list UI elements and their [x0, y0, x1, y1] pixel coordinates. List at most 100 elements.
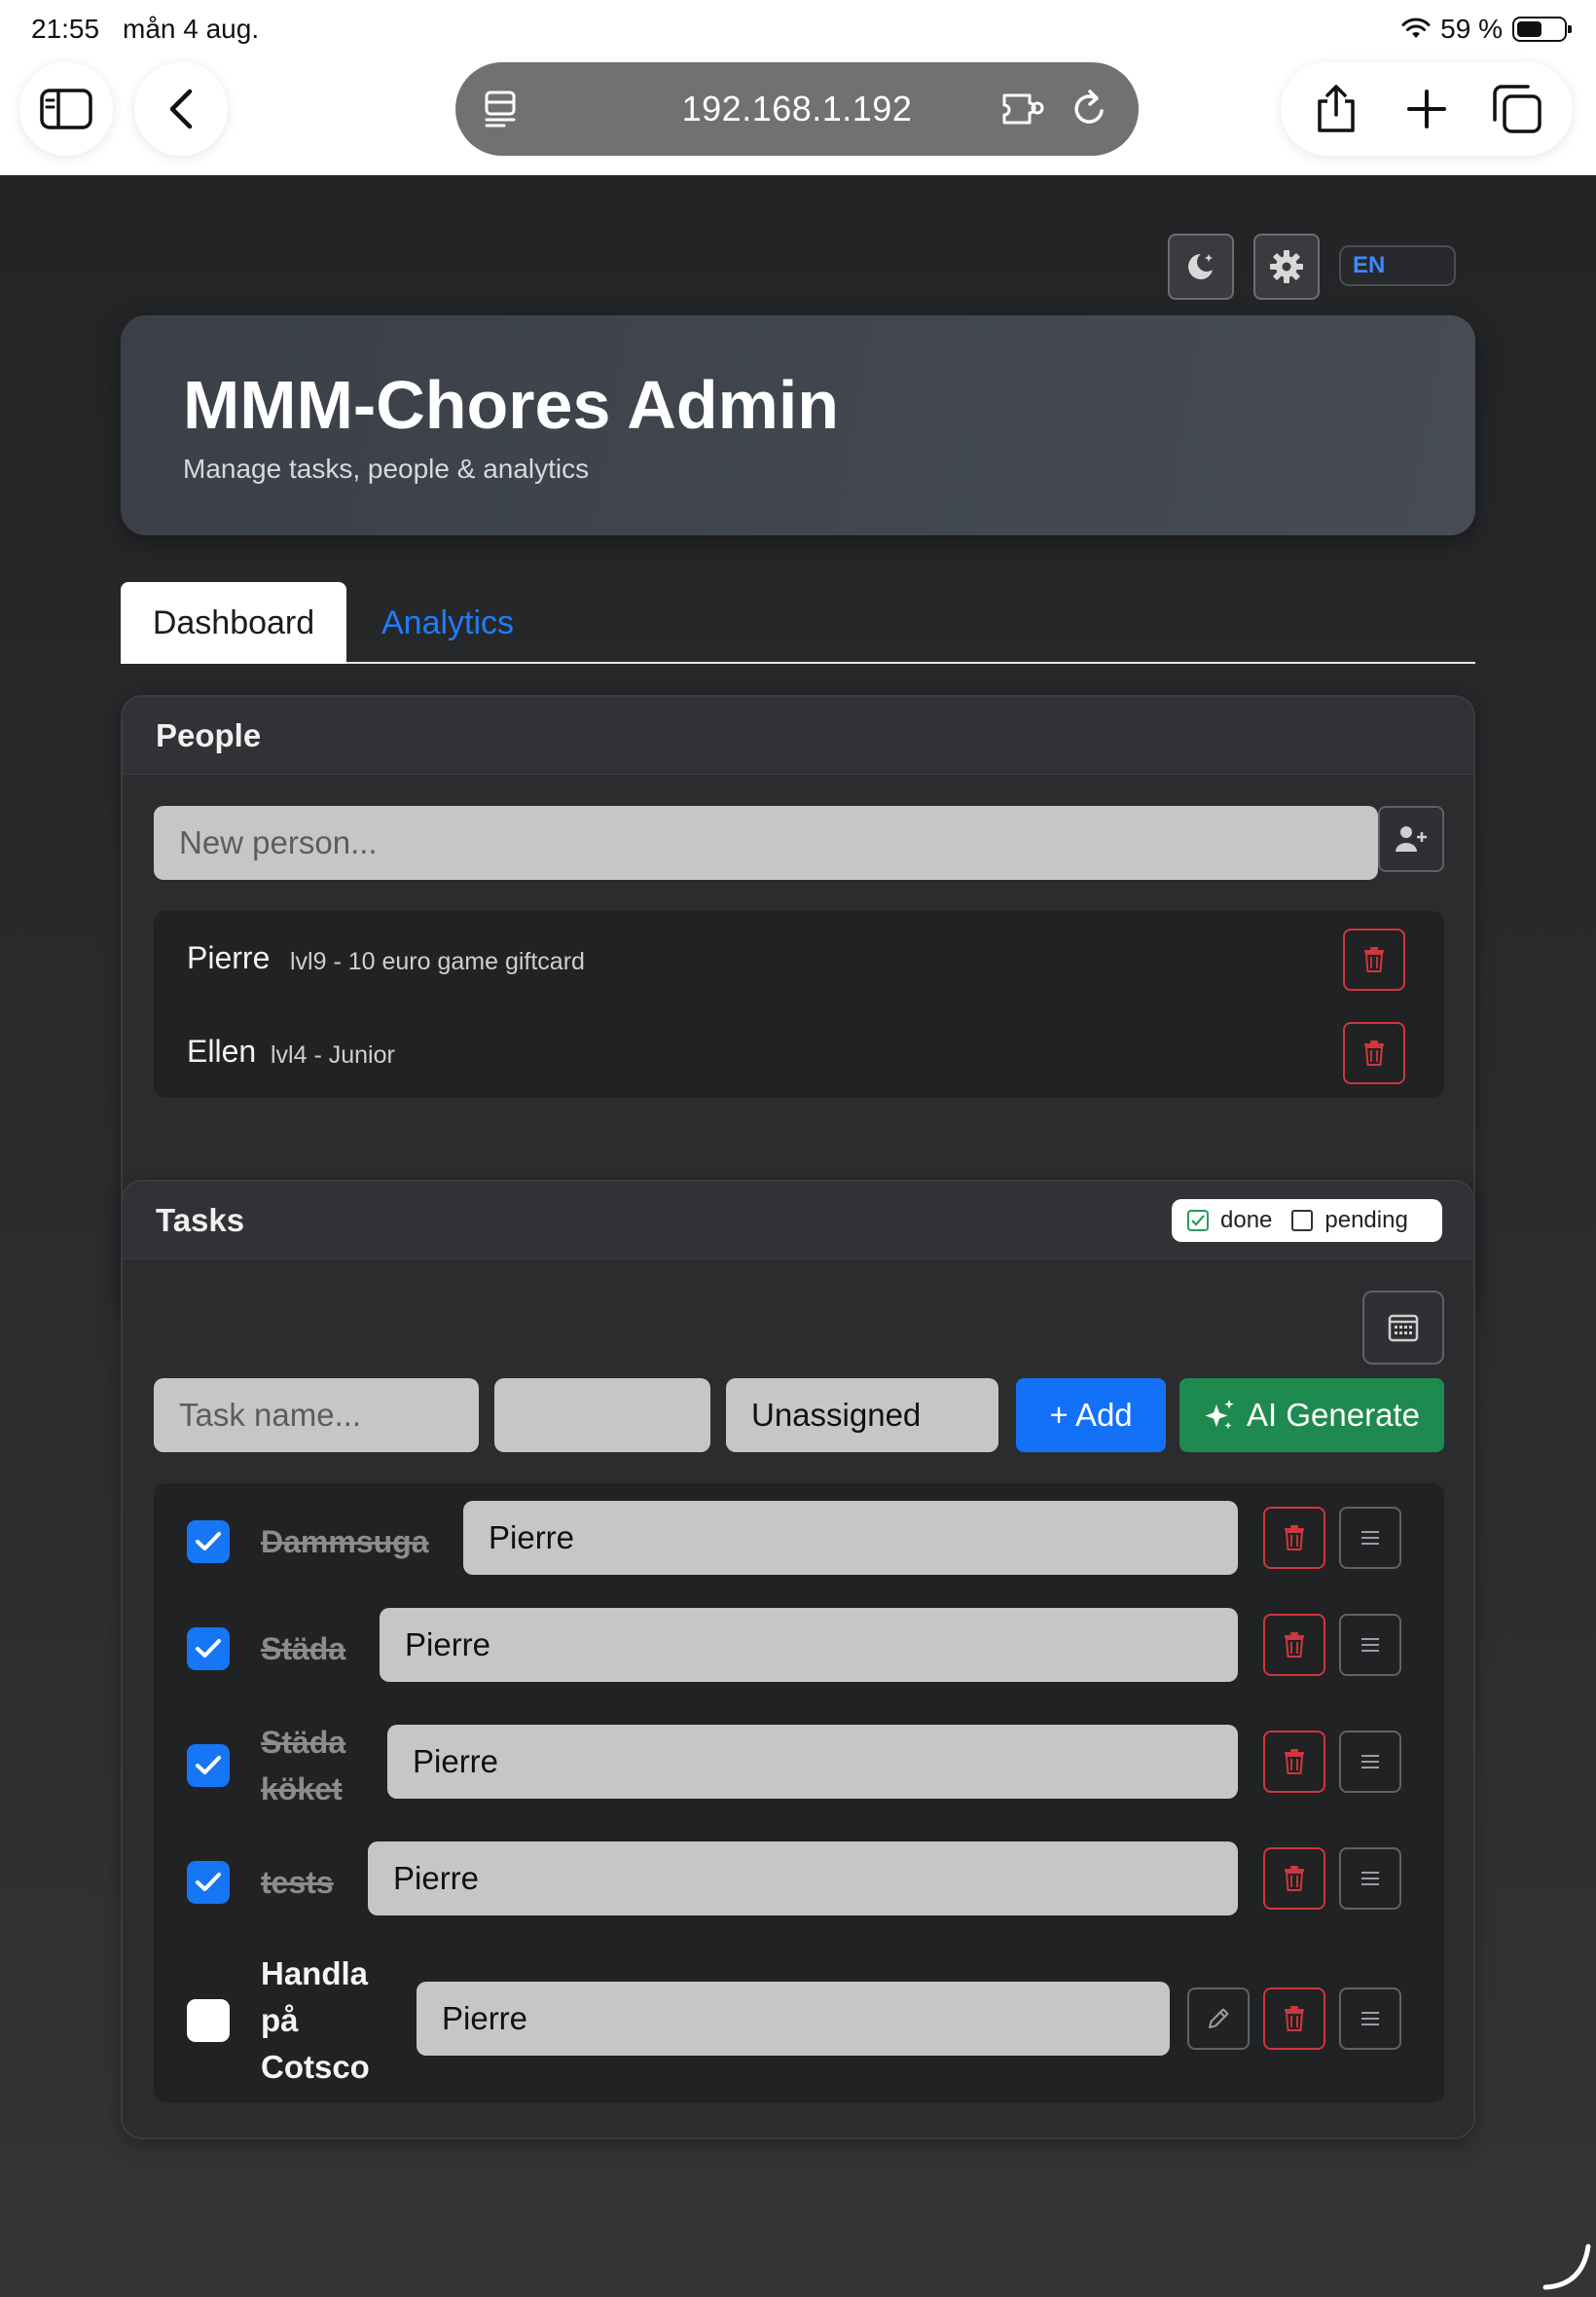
share-icon: [1317, 85, 1355, 132]
gear-icon: [1270, 250, 1303, 283]
plus-icon: [1406, 90, 1446, 128]
check-icon: [196, 1873, 221, 1891]
sparkles-icon: [1205, 1400, 1234, 1429]
task-done-checkbox[interactable]: [187, 1861, 230, 1904]
status-date: mån 4 aug.: [123, 14, 260, 44]
trash-icon: [1364, 1040, 1384, 1066]
share-button[interactable]: [1297, 70, 1375, 148]
tasks-card: Tasks done pending Task name... Unassign…: [121, 1180, 1475, 2139]
chevron-left-icon: [169, 89, 193, 129]
task-name-line: Cotsco: [261, 2049, 370, 2085]
tab-analytics[interactable]: Analytics: [381, 582, 514, 664]
extension-icon[interactable]: [1000, 90, 1049, 128]
check-icon: [196, 1756, 221, 1774]
tabs-icon: [1493, 85, 1542, 133]
trash-icon: [1285, 1632, 1304, 1658]
page-menu-icon[interactable]: [483, 90, 522, 128]
language-select[interactable]: EN: [1339, 245, 1456, 286]
calendar-button[interactable]: [1362, 1291, 1444, 1365]
settings-button[interactable]: [1253, 234, 1320, 300]
delete-task-button[interactable]: [1263, 1507, 1325, 1569]
browser-actions: [1281, 62, 1573, 156]
drag-handle[interactable]: [1339, 1847, 1401, 1910]
resize-corner-icon: [1542, 2243, 1591, 2290]
assignee-select[interactable]: Unassigned: [726, 1378, 998, 1452]
task-name-input[interactable]: Task name...: [154, 1378, 479, 1452]
trash-icon: [1285, 1866, 1304, 1891]
ai-generate-label: AI Generate: [1247, 1397, 1420, 1433]
drag-handle[interactable]: [1339, 1614, 1401, 1676]
task-assignee-select[interactable]: Pierre: [463, 1501, 1238, 1575]
delete-task-button[interactable]: [1263, 1987, 1325, 2050]
drag-handle[interactable]: [1339, 1731, 1401, 1793]
people-list: Pierre lvl9 - 10 euro game giftcard Elle…: [154, 911, 1444, 1098]
task-list: Dammsuga Pierre Städa Pierre Städa köket…: [154, 1483, 1444, 2102]
page-subtitle: Manage tasks, people & analytics: [183, 454, 590, 484]
trash-icon: [1364, 947, 1384, 972]
task-name-line: köket: [261, 1771, 343, 1806]
header-banner: MMM-Chores Admin Manage tasks, people & …: [121, 315, 1475, 535]
task-date-input[interactable]: [494, 1378, 710, 1452]
tabs-overview-button[interactable]: [1478, 70, 1556, 148]
pencil-icon: [1209, 2008, 1229, 2028]
task-done-checkbox[interactable]: [187, 1520, 230, 1563]
trash-icon: [1285, 2006, 1304, 2031]
browser-chrome: 21:55 mån 4 aug. 59 % 192.168.1.192: [0, 0, 1596, 175]
add-person-button[interactable]: [1378, 806, 1444, 872]
task-name: Städa: [261, 1631, 346, 1666]
people-card-title: People: [123, 697, 1473, 775]
reload-icon[interactable]: [1070, 88, 1109, 130]
battery-percent: 59 %: [1440, 14, 1503, 44]
new-person-input[interactable]: New person...: [154, 806, 1378, 880]
edit-task-button[interactable]: [1187, 1987, 1250, 2050]
drag-handle-icon: [1361, 1531, 1379, 1545]
add-user-icon: [1396, 826, 1427, 852]
address-bar[interactable]: 192.168.1.192: [455, 62, 1139, 156]
person-level: lvl9 - 10 euro game giftcard: [290, 948, 585, 975]
theme-toggle-button[interactable]: [1168, 234, 1234, 300]
task-name: tests: [261, 1865, 334, 1900]
sidebar-toggle-button[interactable]: [19, 62, 113, 156]
delete-task-button[interactable]: [1263, 1731, 1325, 1793]
task-assignee-select[interactable]: Pierre: [368, 1841, 1238, 1915]
task-assignee-select[interactable]: Pierre: [387, 1725, 1238, 1799]
tab-dashboard[interactable]: Dashboard: [121, 582, 346, 664]
drag-handle-icon: [1361, 1755, 1379, 1768]
task-assignee-select[interactable]: Pierre: [380, 1608, 1238, 1682]
delete-task-button[interactable]: [1263, 1847, 1325, 1910]
delete-task-button[interactable]: [1263, 1614, 1325, 1676]
moon-icon: [1188, 254, 1213, 279]
task-done-checkbox[interactable]: [187, 1627, 230, 1670]
page-title: MMM-Chores Admin: [183, 367, 840, 443]
check-icon: [1187, 1210, 1209, 1231]
page-content: EN MMM-Chores Admin Manage tasks, people…: [0, 175, 1596, 2297]
drag-handle[interactable]: [1339, 1507, 1401, 1569]
task-name-line: Städa: [261, 1725, 346, 1760]
drag-handle[interactable]: [1339, 1987, 1401, 2050]
delete-person-button[interactable]: [1343, 1022, 1405, 1084]
person-name: Pierre: [187, 940, 271, 975]
new-tab-button[interactable]: [1388, 70, 1466, 148]
calendar-icon: [1388, 1314, 1419, 1342]
task-name: Dammsuga: [261, 1524, 429, 1559]
delete-person-button[interactable]: [1343, 929, 1405, 991]
legend-done: done: [1220, 1207, 1273, 1233]
sidebar-icon: [40, 89, 92, 129]
legend-pending: pending: [1324, 1207, 1408, 1233]
task-done-checkbox[interactable]: [187, 1999, 230, 2042]
drag-handle-icon: [1361, 1872, 1379, 1885]
task-name-line: Handla: [261, 1955, 369, 1991]
task-done-checkbox[interactable]: [187, 1744, 230, 1787]
check-icon: [196, 1532, 221, 1550]
person-name: Ellen: [187, 1034, 257, 1069]
battery-icon: [1512, 17, 1572, 42]
trash-icon: [1285, 1749, 1304, 1774]
person-level: lvl4 - Junior: [271, 1041, 395, 1069]
status-legend: done pending: [1172, 1199, 1442, 1242]
ai-generate-button[interactable]: AI Generate: [1179, 1378, 1444, 1452]
drag-handle-icon: [1361, 2012, 1379, 2025]
add-task-button[interactable]: + Add: [1016, 1378, 1166, 1452]
drag-handle-icon: [1361, 1638, 1379, 1652]
task-assignee-select[interactable]: Pierre: [417, 1982, 1170, 2056]
back-button[interactable]: [134, 62, 228, 156]
